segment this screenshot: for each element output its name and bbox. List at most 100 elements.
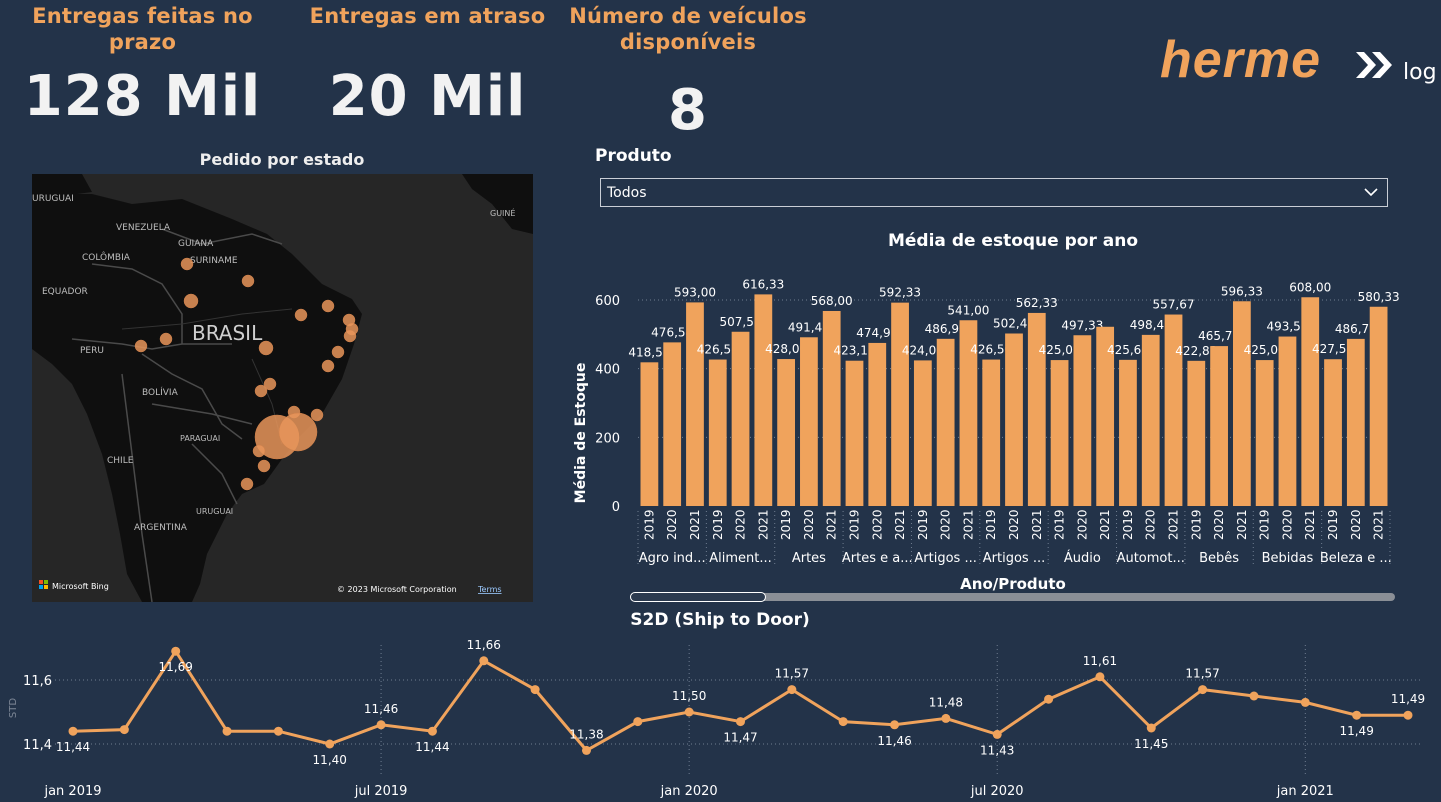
bar[interactable] bbox=[1232, 301, 1251, 506]
bar[interactable] bbox=[640, 362, 659, 506]
bar-ytick-label: 400 bbox=[595, 363, 620, 378]
state-bubble[interactable] bbox=[134, 339, 148, 353]
s2d-point[interactable] bbox=[376, 720, 386, 730]
s2d-point[interactable] bbox=[1198, 685, 1208, 695]
bar-year-label: 2019 bbox=[1189, 509, 1203, 540]
bar-value-label: 593,00 bbox=[674, 285, 716, 299]
s2d-point[interactable] bbox=[736, 717, 745, 727]
state-bubble[interactable] bbox=[321, 359, 335, 373]
s2d-point[interactable] bbox=[1403, 710, 1413, 720]
bar[interactable] bbox=[1187, 360, 1206, 506]
s2d-point[interactable] bbox=[427, 726, 437, 736]
s2d-point[interactable] bbox=[633, 717, 643, 727]
s2d-point[interactable] bbox=[787, 685, 797, 695]
bar[interactable] bbox=[663, 342, 682, 506]
bar[interactable] bbox=[1005, 333, 1023, 506]
bar[interactable] bbox=[1027, 312, 1046, 506]
bar-year-label: 2021 bbox=[1372, 509, 1386, 540]
s2d-point-label: 11,49 bbox=[1391, 692, 1425, 706]
bar-year-label: 2019 bbox=[916, 509, 930, 540]
bar[interactable] bbox=[686, 302, 704, 506]
s2d-point[interactable] bbox=[68, 726, 78, 736]
bar[interactable] bbox=[777, 359, 796, 506]
bar[interactable] bbox=[936, 338, 955, 506]
kpi-ontime-value: 128 Mil bbox=[23, 64, 262, 129]
map-label-peru: PERU bbox=[80, 346, 104, 356]
s2d-point[interactable] bbox=[581, 745, 591, 755]
kpi-late-title: Entregas em atraso bbox=[309, 4, 546, 28]
state-bubble[interactable] bbox=[321, 299, 335, 313]
s2d-point[interactable] bbox=[222, 726, 232, 736]
bar[interactable] bbox=[800, 337, 818, 506]
state-bubble[interactable] bbox=[331, 345, 345, 359]
bar-value-label: 568,00 bbox=[811, 294, 853, 308]
chart-scrollbar-thumb[interactable] bbox=[630, 592, 766, 602]
s2d-point[interactable] bbox=[1300, 697, 1310, 707]
s2d-point-label: 11,66 bbox=[467, 638, 501, 652]
bar-group-label: Áudio bbox=[1064, 550, 1101, 566]
state-bubble[interactable] bbox=[257, 459, 271, 473]
bar[interactable] bbox=[1301, 297, 1320, 506]
bar[interactable] bbox=[1369, 306, 1388, 506]
line-chart-title: S2D (Ship to Door) bbox=[630, 610, 810, 630]
bar[interactable] bbox=[1255, 360, 1274, 506]
map-canvas[interactable]: URUGUAI VENEZUELA GUIANA COLÔMBIA SURINA… bbox=[32, 174, 533, 602]
s2d-point[interactable] bbox=[1249, 691, 1259, 701]
state-bubble[interactable] bbox=[343, 329, 357, 343]
map-label-paraguai: PARAGUAI bbox=[180, 434, 220, 443]
bar-year-label: 2021 bbox=[1167, 509, 1181, 540]
bar[interactable] bbox=[982, 359, 1001, 506]
s2d-point[interactable] bbox=[890, 720, 900, 730]
state-bubble[interactable] bbox=[241, 274, 255, 288]
bar[interactable] bbox=[822, 310, 841, 506]
bar[interactable] bbox=[1346, 338, 1365, 506]
s2d-point[interactable] bbox=[1095, 672, 1105, 682]
s2d-point[interactable] bbox=[325, 739, 335, 749]
s2d-point[interactable] bbox=[941, 713, 951, 723]
bar[interactable] bbox=[1073, 335, 1092, 506]
bar[interactable] bbox=[868, 342, 887, 506]
state-bubble[interactable] bbox=[159, 332, 173, 346]
s2d-point[interactable] bbox=[684, 707, 694, 717]
bar[interactable] bbox=[754, 294, 773, 506]
bar[interactable] bbox=[891, 302, 909, 506]
map-terms-link[interactable]: Terms bbox=[477, 585, 502, 594]
s2d-point[interactable] bbox=[1044, 694, 1054, 704]
s2d-point[interactable] bbox=[1146, 723, 1156, 733]
bar[interactable] bbox=[1210, 346, 1228, 506]
bar-value-label: 596,33 bbox=[1221, 284, 1263, 298]
s2d-point[interactable] bbox=[479, 656, 489, 666]
state-bubble-rj[interactable] bbox=[278, 412, 318, 452]
bar[interactable] bbox=[913, 360, 932, 506]
bar[interactable] bbox=[1324, 359, 1342, 506]
s2d-point[interactable] bbox=[171, 646, 181, 656]
bar[interactable] bbox=[1141, 334, 1160, 506]
s2d-line-chart: 11,4 11,6 STD jan 2019 jul 2019 jan 2020 jul 2… bbox=[8, 638, 1425, 799]
bar[interactable] bbox=[845, 360, 864, 506]
bar[interactable] bbox=[1050, 360, 1069, 506]
bar[interactable] bbox=[708, 359, 727, 506]
state-bubble[interactable] bbox=[183, 293, 199, 309]
state-bubble[interactable] bbox=[310, 408, 324, 422]
double-chevron-x-icon bbox=[1356, 52, 1392, 78]
state-bubble[interactable] bbox=[180, 257, 194, 271]
s2d-point[interactable] bbox=[992, 729, 1002, 739]
s2d-point[interactable] bbox=[119, 725, 129, 735]
s2d-point[interactable] bbox=[1352, 710, 1362, 720]
product-dropdown[interactable]: Todos bbox=[600, 178, 1388, 207]
state-bubble[interactable] bbox=[240, 477, 254, 491]
state-bubble[interactable] bbox=[258, 340, 274, 356]
bar[interactable] bbox=[1278, 336, 1297, 506]
state-bubble[interactable] bbox=[254, 384, 268, 398]
s2d-point[interactable] bbox=[530, 685, 540, 695]
state-bubble[interactable] bbox=[294, 308, 308, 322]
s2d-point[interactable] bbox=[273, 726, 283, 736]
orders-by-state-map[interactable]: URUGUAI VENEZUELA GUIANA COLÔMBIA SURINA… bbox=[32, 174, 533, 602]
s2d-point-label: 11,38 bbox=[569, 727, 603, 741]
s2d-point-label: 11,44 bbox=[415, 740, 449, 754]
bar[interactable] bbox=[1119, 359, 1137, 506]
bar[interactable] bbox=[731, 331, 750, 506]
state-bubble[interactable] bbox=[252, 444, 266, 458]
kpi-vehicles-title-line2: disponíveis bbox=[619, 30, 757, 54]
s2d-point[interactable] bbox=[838, 717, 848, 727]
